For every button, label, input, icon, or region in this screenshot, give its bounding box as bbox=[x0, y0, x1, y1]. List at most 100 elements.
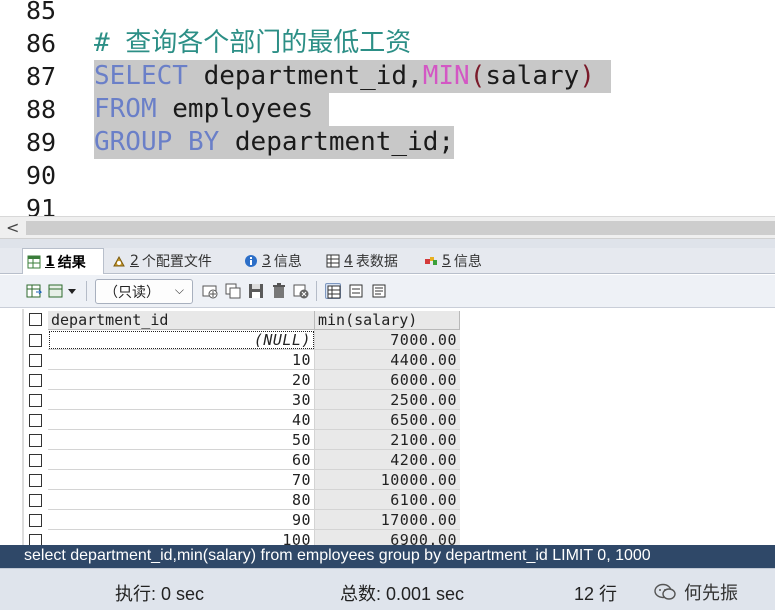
cell-department-id[interactable]: 50 bbox=[48, 430, 315, 450]
result-tabs: 1 结果 2 个配置文件 3 信息 4 表数据 5 信息 bbox=[0, 248, 775, 274]
cell-min-salary[interactable]: 17000.00 bbox=[315, 510, 460, 530]
watermark-text: 何先振 bbox=[684, 583, 738, 603]
cell-min-salary[interactable]: 2500.00 bbox=[315, 390, 460, 410]
cell-min-salary[interactable]: 6100.00 bbox=[315, 490, 460, 510]
row-checkbox[interactable] bbox=[29, 334, 42, 347]
tab-label: 信息 bbox=[453, 254, 482, 270]
line-number: 89 bbox=[26, 128, 57, 157]
info-color-icon bbox=[424, 254, 438, 268]
cell-min-salary[interactable]: 7000.00 bbox=[315, 330, 460, 350]
text-view-icon[interactable] bbox=[371, 283, 387, 299]
cell-min-salary[interactable]: 6500.00 bbox=[315, 410, 460, 430]
result-toolbar: （只读） ⌵ bbox=[0, 275, 775, 308]
paren-open: ( bbox=[469, 61, 486, 91]
tab-label: 信息 bbox=[273, 254, 302, 270]
results-grid[interactable]: department_id min(salary) (NULL) 7000.00 1… bbox=[0, 309, 775, 545]
line-number: 86 bbox=[26, 29, 57, 58]
row-checkbox[interactable] bbox=[29, 494, 42, 507]
tab-label: 个配置文件 bbox=[141, 254, 212, 270]
cell-department-id[interactable]: (NULL) bbox=[48, 330, 315, 350]
cell-min-salary[interactable]: 10000.00 bbox=[315, 470, 460, 490]
line-number-gutter: 85 86 87 88 89 90 91 bbox=[0, 0, 84, 218]
keyword-by: BY bbox=[187, 127, 220, 157]
tab-info[interactable]: 3 信息 bbox=[240, 248, 318, 274]
cell-department-id[interactable]: 20 bbox=[48, 370, 315, 390]
row-checkbox[interactable] bbox=[29, 454, 42, 467]
keyword-group: GROUP bbox=[94, 127, 173, 157]
profile-icon bbox=[112, 254, 126, 268]
row-checkbox[interactable] bbox=[29, 434, 42, 447]
row-checkbox[interactable] bbox=[29, 414, 42, 427]
total-time: 总数: 0.001 sec bbox=[340, 584, 465, 604]
code-line-from: FROM employees bbox=[94, 93, 329, 126]
line-number: 87 bbox=[26, 62, 57, 91]
row-checkbox[interactable] bbox=[29, 394, 42, 407]
keyword-from: FROM bbox=[94, 94, 157, 124]
cell-department-id[interactable]: 60 bbox=[48, 450, 315, 470]
gutter-separator bbox=[84, 0, 94, 218]
column-header-min-salary[interactable]: min(salary) bbox=[315, 311, 460, 330]
editor-horizontal-scrollbar[interactable]: < bbox=[0, 216, 775, 239]
cell-min-salary[interactable]: 6900.00 bbox=[315, 530, 460, 545]
row-checkbox[interactable] bbox=[29, 474, 42, 487]
grid-options-icon[interactable] bbox=[48, 283, 64, 299]
cell-department-id[interactable]: 40 bbox=[48, 410, 315, 430]
code-line-select: SELECT department_id,MIN(salary) bbox=[94, 60, 611, 93]
cell-department-id[interactable]: 100 bbox=[48, 530, 315, 545]
row-checkbox[interactable] bbox=[29, 514, 42, 527]
cell-department-id[interactable]: 30 bbox=[48, 390, 315, 410]
paren-close: ) bbox=[579, 61, 595, 91]
code-line-group-by: GROUP BY department_id; bbox=[94, 126, 455, 159]
tab-info-2[interactable]: 5 信息 bbox=[420, 248, 498, 274]
tab-label: 结果 bbox=[57, 254, 86, 271]
export-grid-icon[interactable] bbox=[26, 283, 43, 299]
cell-min-salary[interactable]: 6000.00 bbox=[315, 370, 460, 390]
keyword-select: SELECT bbox=[94, 61, 188, 91]
cancel-changes-icon[interactable] bbox=[293, 283, 309, 299]
row-count: 12 行 bbox=[574, 584, 618, 604]
save-icon[interactable] bbox=[248, 283, 264, 299]
cell-department-id[interactable]: 70 bbox=[48, 470, 315, 490]
table-data-icon bbox=[326, 254, 340, 268]
cell-department-id[interactable]: 80 bbox=[48, 490, 315, 510]
cell-department-id[interactable]: 10 bbox=[48, 350, 315, 370]
cell-min-salary[interactable]: 2100.00 bbox=[315, 430, 460, 450]
line-number: 90 bbox=[26, 161, 57, 190]
duplicate-row-icon[interactable] bbox=[225, 283, 241, 299]
tab-number: 4 bbox=[344, 253, 353, 269]
code-text: department_id; bbox=[219, 127, 455, 157]
insert-row-icon[interactable] bbox=[202, 283, 218, 299]
tab-label: 表数据 bbox=[355, 254, 398, 270]
column-header-department-id[interactable]: department_id bbox=[48, 311, 315, 330]
pane-splitter[interactable] bbox=[0, 239, 775, 248]
select-all-checkbox[interactable] bbox=[29, 313, 42, 326]
tab-table-data[interactable]: 4 表数据 bbox=[322, 248, 416, 274]
row-checkbox[interactable] bbox=[29, 354, 42, 367]
tab-number: 2 bbox=[130, 253, 139, 269]
sql-editor[interactable]: 85 86 87 88 89 90 91 # 查询各个部门的最低工资 SELEC… bbox=[0, 0, 775, 218]
readonly-mode-select[interactable]: （只读） ⌵ bbox=[95, 279, 193, 304]
table-result-icon bbox=[27, 255, 41, 269]
cell-min-salary[interactable]: 4400.00 bbox=[315, 350, 460, 370]
cell-department-id[interactable]: 90 bbox=[48, 510, 315, 530]
row-checkbox[interactable] bbox=[29, 534, 42, 545]
scrollbar-thumb[interactable] bbox=[26, 221, 775, 235]
info-icon bbox=[244, 254, 258, 268]
grid-view-icon[interactable] bbox=[325, 283, 341, 299]
cell-min-salary[interactable]: 4200.00 bbox=[315, 450, 460, 470]
executed-query-bar: select department_id,min(salary) from em… bbox=[0, 545, 775, 568]
row-checkbox[interactable] bbox=[29, 374, 42, 387]
form-view-icon[interactable] bbox=[348, 283, 364, 299]
toolbar-separator bbox=[316, 281, 317, 301]
line-number: 88 bbox=[26, 95, 57, 124]
watermark: 何先振 bbox=[654, 579, 738, 605]
status-bar: 执行: 0 sec 总数: 0.001 sec 12 行 何先振 bbox=[0, 568, 775, 610]
delete-icon[interactable] bbox=[271, 283, 287, 299]
dropdown-arrow-icon[interactable] bbox=[66, 283, 78, 299]
tab-result[interactable]: 1 结果 bbox=[22, 248, 104, 274]
execution-time: 执行: 0 sec bbox=[115, 584, 205, 604]
scroll-left-arrow-icon[interactable]: < bbox=[6, 218, 19, 237]
tab-profile[interactable]: 2 个配置文件 bbox=[108, 248, 236, 274]
code-text: salary bbox=[485, 61, 580, 91]
